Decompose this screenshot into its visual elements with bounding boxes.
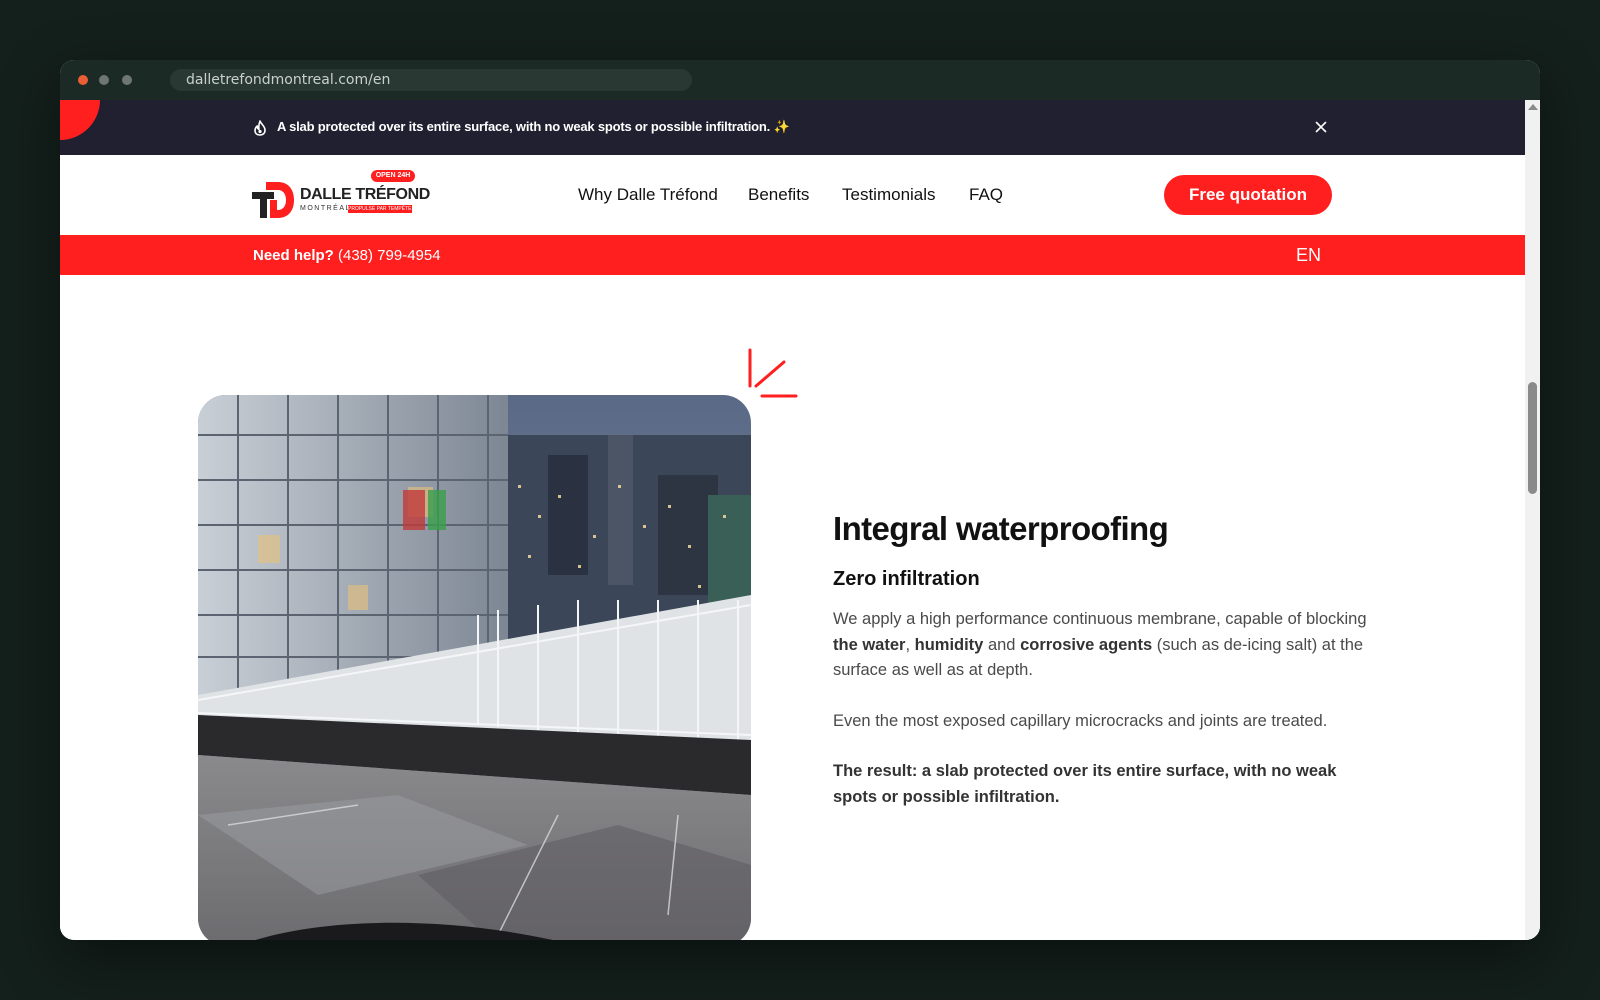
address-bar[interactable]: dalletrefondmontreal.com/en bbox=[170, 69, 692, 91]
site-logo[interactable]: OPEN 24H DALLE TRÉFOND MONTRÉAL PROPULSÉ… bbox=[252, 170, 430, 222]
section-paragraph-2: Even the most exposed capillary microcra… bbox=[833, 711, 1328, 730]
page-scrollbar[interactable] bbox=[1525, 100, 1540, 940]
decorative-corner-shape bbox=[60, 100, 100, 140]
sparkle-decoration-icon bbox=[748, 348, 798, 398]
announcement-text: A slab protected over its entire surface… bbox=[277, 119, 790, 134]
minimize-window-button[interactable] bbox=[99, 75, 109, 85]
waterproofing-section: Integral waterproofing Zero infiltration… bbox=[833, 510, 1378, 835]
logo-mark-icon bbox=[252, 182, 294, 218]
p1-bold-water: the water bbox=[833, 635, 906, 654]
scroll-up-arrow-icon[interactable] bbox=[1528, 104, 1538, 110]
p1-sep-1: , bbox=[905, 635, 915, 654]
maximize-window-button[interactable] bbox=[122, 75, 132, 85]
free-quotation-button[interactable]: Free quotation bbox=[1164, 175, 1332, 215]
nav-faq[interactable]: FAQ bbox=[969, 185, 1003, 205]
logo-name: DALLE TRÉFOND bbox=[300, 186, 430, 203]
nav-testimonials[interactable]: Testimonials bbox=[842, 185, 936, 205]
fire-icon bbox=[254, 120, 266, 136]
close-icon[interactable] bbox=[1313, 119, 1329, 135]
rooftop-photo bbox=[198, 395, 751, 940]
phone-link[interactable]: (438) 799-4954 bbox=[338, 247, 441, 264]
section-subtitle: Zero infiltration bbox=[833, 568, 980, 590]
logo-tagline: PROPULSÉ PAR TEMPÊTE LP bbox=[348, 205, 412, 213]
page-viewport: A slab protected over its entire surface… bbox=[60, 100, 1540, 940]
rooftop-photo-illustration bbox=[198, 395, 751, 940]
p1-sep-2: and bbox=[983, 635, 1021, 654]
p3-bold-result: The result: a slab protected over its en… bbox=[833, 762, 1337, 806]
nav-why-dalle-trefond[interactable]: Why Dalle Tréfond bbox=[578, 185, 718, 205]
p1-bold-humidity: humidity bbox=[914, 635, 984, 654]
section-paragraph-3: The result: a slab protected over its en… bbox=[833, 759, 1378, 810]
logo-city: MONTRÉAL bbox=[300, 205, 351, 212]
site-header: OPEN 24H DALLE TRÉFOND MONTRÉAL PROPULSÉ… bbox=[60, 155, 1525, 235]
need-help-label: Need help? bbox=[253, 247, 334, 264]
section-title: Integral waterproofing bbox=[833, 510, 1169, 547]
close-window-button[interactable] bbox=[78, 75, 88, 85]
p1-bold-corrosive: corrosive agents bbox=[1020, 635, 1153, 654]
browser-window: dalletrefondmontreal.com/en A slab prote… bbox=[60, 60, 1540, 940]
nav-benefits[interactable]: Benefits bbox=[748, 185, 809, 205]
section-paragraph-1: We apply a high performance continuous m… bbox=[833, 607, 1378, 684]
browser-chrome: dalletrefondmontreal.com/en bbox=[60, 60, 1540, 100]
p1-text-a: We apply a high performance continuous m… bbox=[833, 610, 1367, 628]
help-bar: Need help? (438) 799-4954 EN bbox=[60, 235, 1525, 275]
scrollbar-thumb[interactable] bbox=[1528, 382, 1537, 494]
language-switcher[interactable]: EN bbox=[1296, 245, 1321, 266]
open-24h-badge: OPEN 24H bbox=[371, 170, 415, 182]
announcement-bar: A slab protected over its entire surface… bbox=[60, 100, 1525, 155]
